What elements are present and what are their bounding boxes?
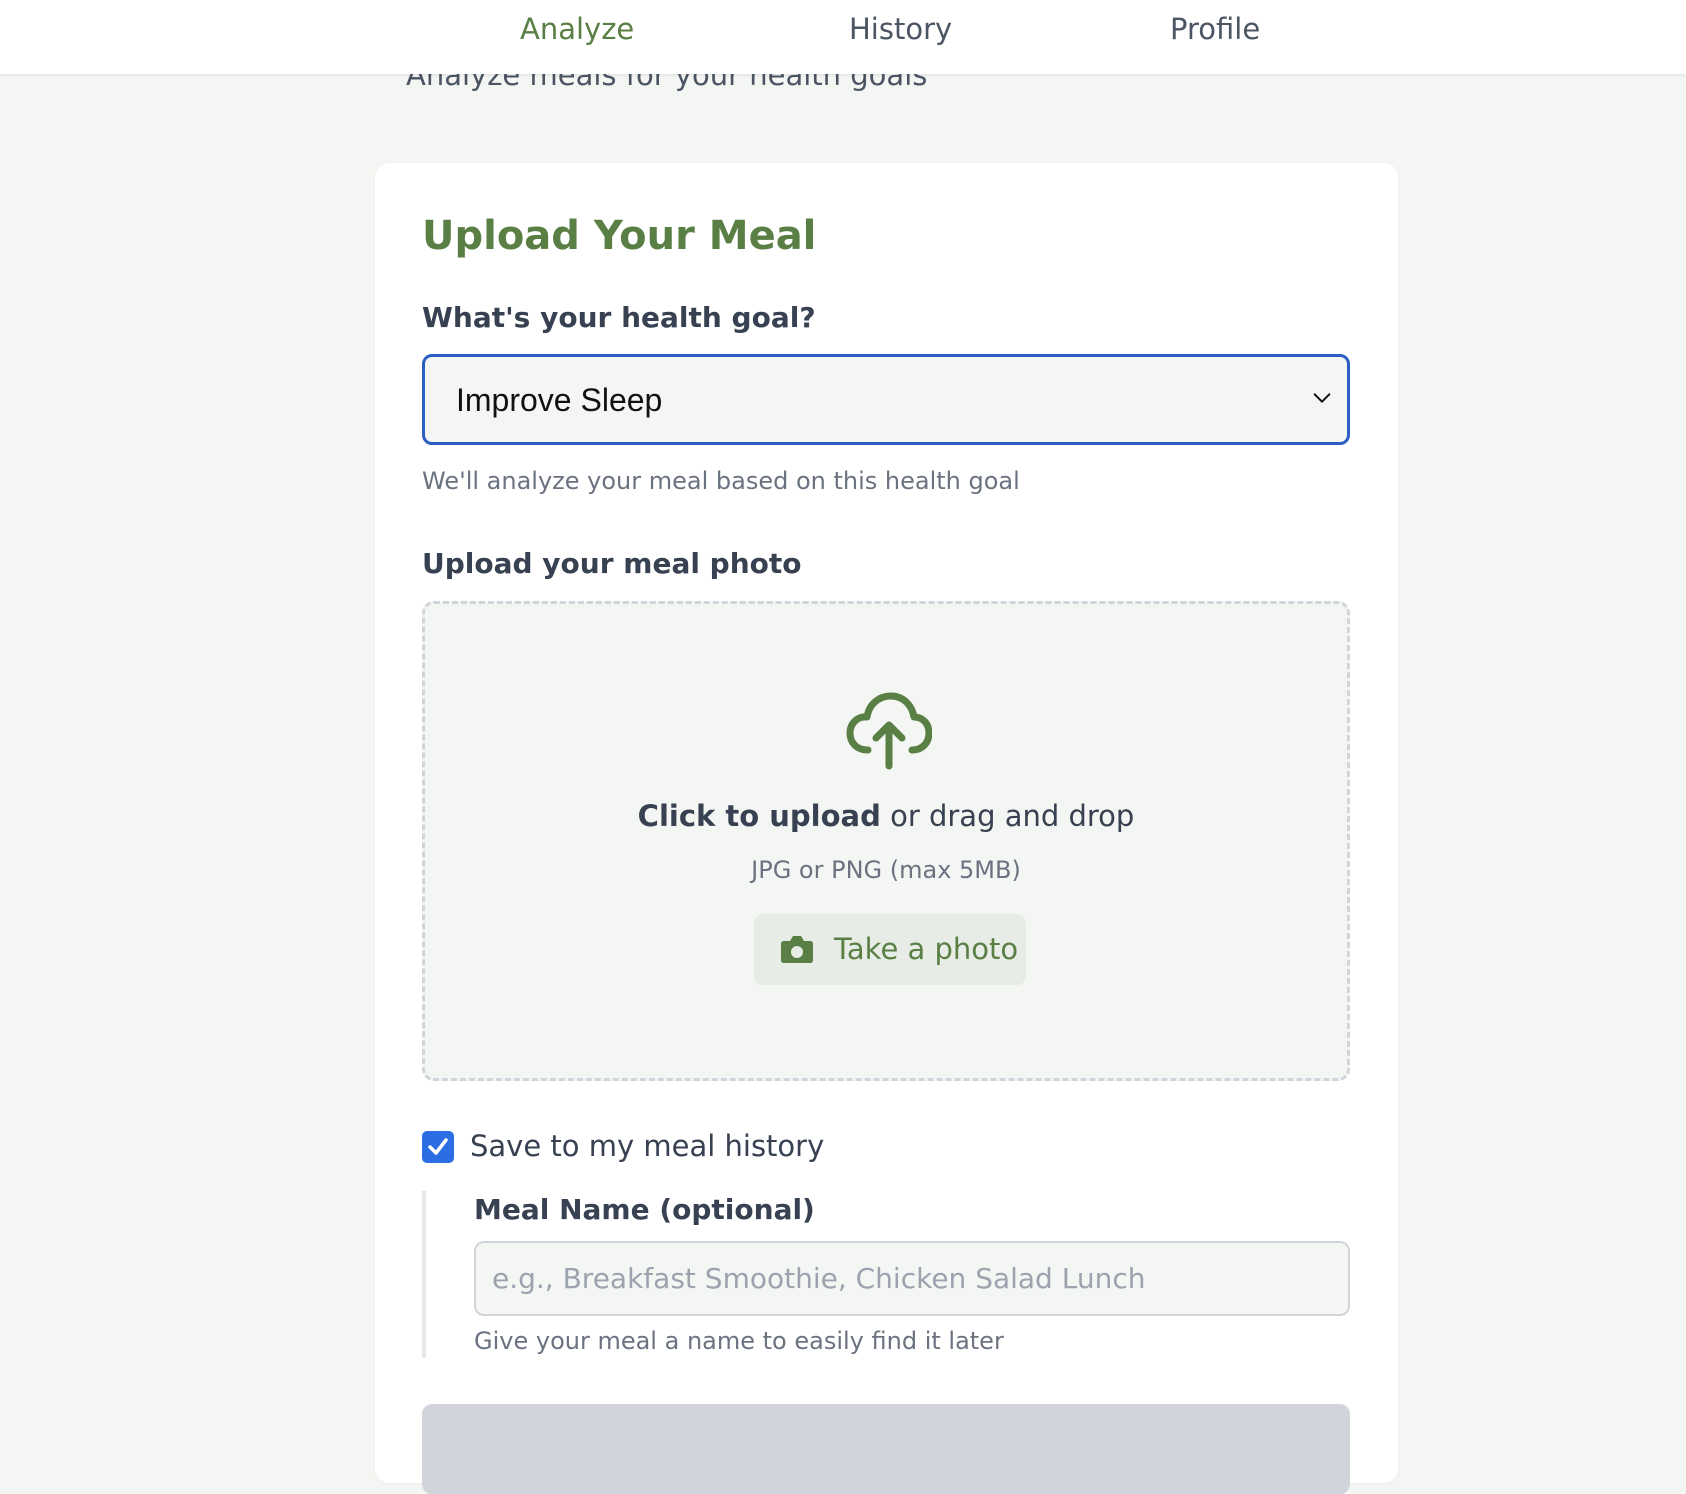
chevron-down-icon <box>1313 393 1331 403</box>
nav-tab-analyze[interactable]: Analyze <box>520 12 634 46</box>
analyze-submit-button[interactable] <box>422 1404 1350 1494</box>
top-navigation: Analyze History Profile <box>0 0 1686 74</box>
save-history-checkbox[interactable] <box>422 1131 454 1163</box>
dropzone-cta-bold[interactable]: Click to upload <box>638 799 881 833</box>
health-goal-label: What's your health goal? <box>422 301 816 334</box>
camera-icon <box>781 936 813 963</box>
meal-name-help-text: Give your meal a name to easily find it … <box>474 1327 1004 1355</box>
photo-dropzone[interactable]: Click to upload or drag and drop JPG or … <box>422 601 1350 1081</box>
card-title: Upload Your Meal <box>422 213 817 259</box>
health-goal-selected-value: Improve Sleep <box>456 382 663 418</box>
dropzone-format-hint: JPG or PNG (max 5MB) <box>751 856 1021 884</box>
meal-name-input[interactable] <box>474 1241 1350 1316</box>
meal-name-label: Meal Name (optional) <box>474 1193 815 1226</box>
meal-photo-label: Upload your meal photo <box>422 547 802 580</box>
checkmark-icon <box>428 1138 448 1155</box>
take-photo-label: Take a photo <box>834 932 1019 966</box>
health-goal-help-text: We'll analyze your meal based on this he… <box>422 467 1020 495</box>
save-history-label[interactable]: Save to my meal history <box>470 1129 824 1163</box>
dropzone-cta: Click to upload or drag and drop <box>425 799 1347 833</box>
take-photo-button[interactable]: Take a photo <box>754 914 1026 985</box>
nav-tab-history[interactable]: History <box>849 12 952 46</box>
health-goal-select[interactable]: Improve Sleep <box>422 354 1350 445</box>
nav-tab-profile[interactable]: Profile <box>1170 12 1260 46</box>
upload-meal-card: Upload Your Meal What's your health goal… <box>375 163 1398 1494</box>
nested-section-divider <box>422 1191 426 1358</box>
cloud-upload-icon <box>846 692 932 770</box>
dropzone-cta-rest: or drag and drop <box>890 799 1135 833</box>
